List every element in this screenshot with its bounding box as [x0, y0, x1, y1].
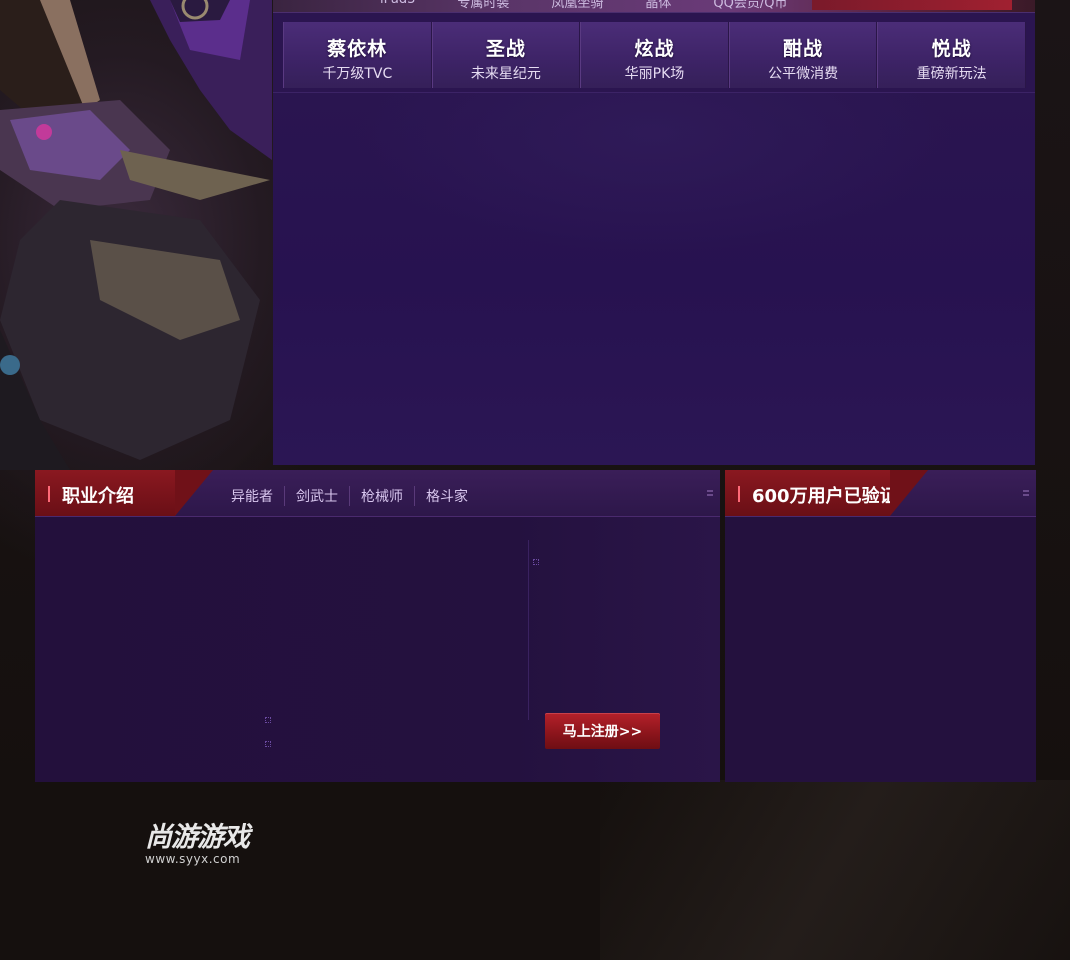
feature-tab-jolin[interactable]: 蔡依林 千万级TVC — [283, 22, 432, 88]
feature-tab-title: 炫战 — [634, 38, 675, 60]
feature-tab-bar: 蔡依林 千万级TVC 圣战 未来星纪元 炫战 华丽PK场 酣战 公平微消费 悦战… — [283, 22, 1026, 88]
feature-tab-holy-war[interactable]: 圣战 未来星纪元 — [431, 22, 581, 88]
class-link-gunner[interactable]: 枪械师 — [349, 486, 414, 506]
grip-icon — [707, 490, 713, 498]
feature-tab-dazzle[interactable]: 炫战 华丽PK场 — [580, 22, 729, 88]
feature-tab-joy[interactable]: 悦战 重磅新玩法 — [877, 22, 1026, 88]
class-intro-header: 职业介绍 异能者 剑武士 枪械师 格斗家 — [35, 470, 720, 517]
class-link-esper[interactable]: 异能者 — [231, 486, 284, 506]
register-button[interactable]: 马上注册>> — [545, 713, 660, 749]
grip-icon — [1023, 490, 1029, 498]
verified-users-title: 600万用户已验证 — [752, 486, 898, 507]
dot-marker — [265, 717, 271, 723]
feature-tab-subtitle: 华丽PK场 — [624, 66, 685, 82]
feature-tab-title: 悦战 — [931, 38, 972, 60]
dot-marker — [265, 741, 271, 747]
feature-tab-subtitle: 未来星纪元 — [470, 66, 541, 82]
top-promo-nav: iPad3 专属时装 凤凰坐骑 晶体 QQ会员/Q币 — [380, 0, 829, 11]
feature-tab-title: 酣战 — [783, 38, 824, 60]
warrior-figure-illustration — [0, 0, 272, 470]
verified-users-panel: 600万用户已验证 — [725, 470, 1036, 782]
class-body-divider — [528, 540, 529, 720]
top-nav-item-fashion[interactable]: 专属时装 — [457, 0, 509, 11]
feature-tab-subtitle: 千万级TVC — [322, 66, 393, 82]
top-promo-highlight — [812, 0, 1012, 10]
class-link-fighter[interactable]: 格斗家 — [414, 486, 479, 506]
feature-tab-title: 圣战 — [485, 38, 526, 60]
dot-marker — [533, 559, 539, 565]
top-nav-item-ipad3[interactable]: iPad3 — [380, 0, 415, 8]
title-accent-bar — [738, 486, 740, 502]
feature-tab-fierce[interactable]: 酣战 公平微消费 — [728, 22, 878, 88]
feature-tab-subtitle: 重磅新玩法 — [916, 66, 987, 82]
feature-tab-title: 蔡依林 — [327, 38, 388, 60]
title-accent-bar — [48, 486, 50, 502]
top-nav-item-qq-member[interactable]: QQ会员/Q币 — [713, 0, 787, 11]
class-intro-title-tab: 职业介绍 — [35, 470, 213, 516]
logo-url: www.syyx.com — [145, 852, 241, 866]
class-link-swordsman[interactable]: 剑武士 — [284, 486, 349, 506]
verified-users-header: 600万用户已验证 — [725, 470, 1036, 517]
top-nav-item-crystal[interactable]: 晶体 — [645, 0, 671, 11]
feature-content-area — [273, 92, 1035, 465]
top-nav-item-phoenix-mount[interactable]: 凤凰坐骑 — [551, 0, 603, 11]
class-links: 异能者 剑武士 枪械师 格斗家 — [231, 486, 479, 506]
logo-name: 尚游游戏 — [145, 822, 250, 853]
verified-users-title-tab: 600万用户已验证 — [725, 470, 928, 516]
class-intro-title: 职业介绍 — [62, 486, 134, 507]
feature-tab-subtitle: 公平微消费 — [768, 66, 839, 82]
publisher-logo[interactable]: 尚游游戏 www.syyx.com — [145, 815, 250, 866]
background-streak — [600, 780, 1070, 960]
